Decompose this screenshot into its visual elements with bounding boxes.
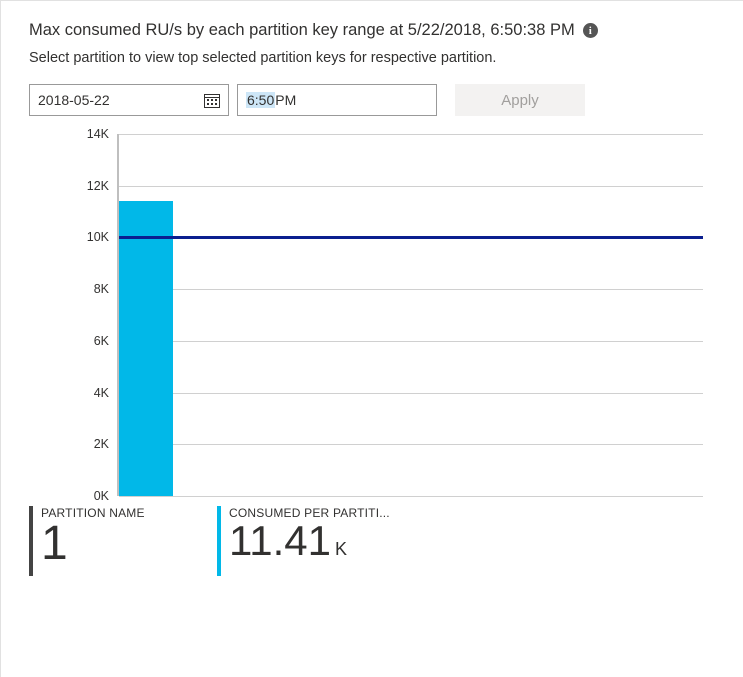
gridline xyxy=(119,444,703,445)
gridline xyxy=(119,186,703,187)
y-tick-label: 6K xyxy=(94,334,109,348)
info-icon[interactable]: i xyxy=(583,23,598,38)
panel-title-row: Max consumed RU/s by each partition key … xyxy=(29,21,715,40)
y-tick-label: 8K xyxy=(94,282,109,296)
apply-button[interactable]: Apply xyxy=(455,84,585,116)
time-input[interactable]: 6:50 PM xyxy=(237,84,437,116)
chart-bar[interactable] xyxy=(119,201,173,496)
chart-y-axis: 0K2K4K6K8K10K12K14K xyxy=(29,134,119,496)
calendar-icon[interactable] xyxy=(204,93,220,108)
panel-subtitle: Select partition to view top selected pa… xyxy=(29,50,715,66)
chart-plot-area[interactable] xyxy=(119,134,715,496)
time-input-ampm: PM xyxy=(275,92,296,108)
chart: 0K2K4K6K8K10K12K14K xyxy=(29,134,715,496)
partition-name-card: PARTITION NAME 1 xyxy=(29,506,217,576)
y-tick-label: 4K xyxy=(94,386,109,400)
y-tick-label: 14K xyxy=(87,127,109,141)
summary-row: PARTITION NAME 1 CONSUMED PER PARTITI...… xyxy=(29,506,715,576)
gridline xyxy=(119,393,703,394)
partition-usage-panel: Max consumed RU/s by each partition key … xyxy=(0,0,743,677)
threshold-line xyxy=(119,236,703,239)
controls-row: 2018-05-22 6:50 PM Apply xyxy=(29,84,715,116)
time-input-hhmm: 6:50 xyxy=(246,92,275,108)
partition-name-value: 1 xyxy=(41,520,145,568)
y-tick-label: 12K xyxy=(87,179,109,193)
card-accent xyxy=(29,506,33,576)
consumed-unit: K xyxy=(335,539,347,559)
gridline xyxy=(119,341,703,342)
y-tick-label: 2K xyxy=(94,437,109,451)
consumed-card: CONSUMED PER PARTITI... 11.41K xyxy=(217,506,390,576)
card-accent xyxy=(217,506,221,576)
gridline xyxy=(119,496,703,497)
gridline xyxy=(119,134,703,135)
consumed-value: 11.41 xyxy=(229,517,331,564)
y-tick-label: 10K xyxy=(87,230,109,244)
y-tick-label: 0K xyxy=(94,489,109,503)
gridline xyxy=(119,289,703,290)
date-input-value: 2018-05-22 xyxy=(38,92,110,108)
panel-title: Max consumed RU/s by each partition key … xyxy=(29,21,575,40)
date-input[interactable]: 2018-05-22 xyxy=(29,84,229,116)
